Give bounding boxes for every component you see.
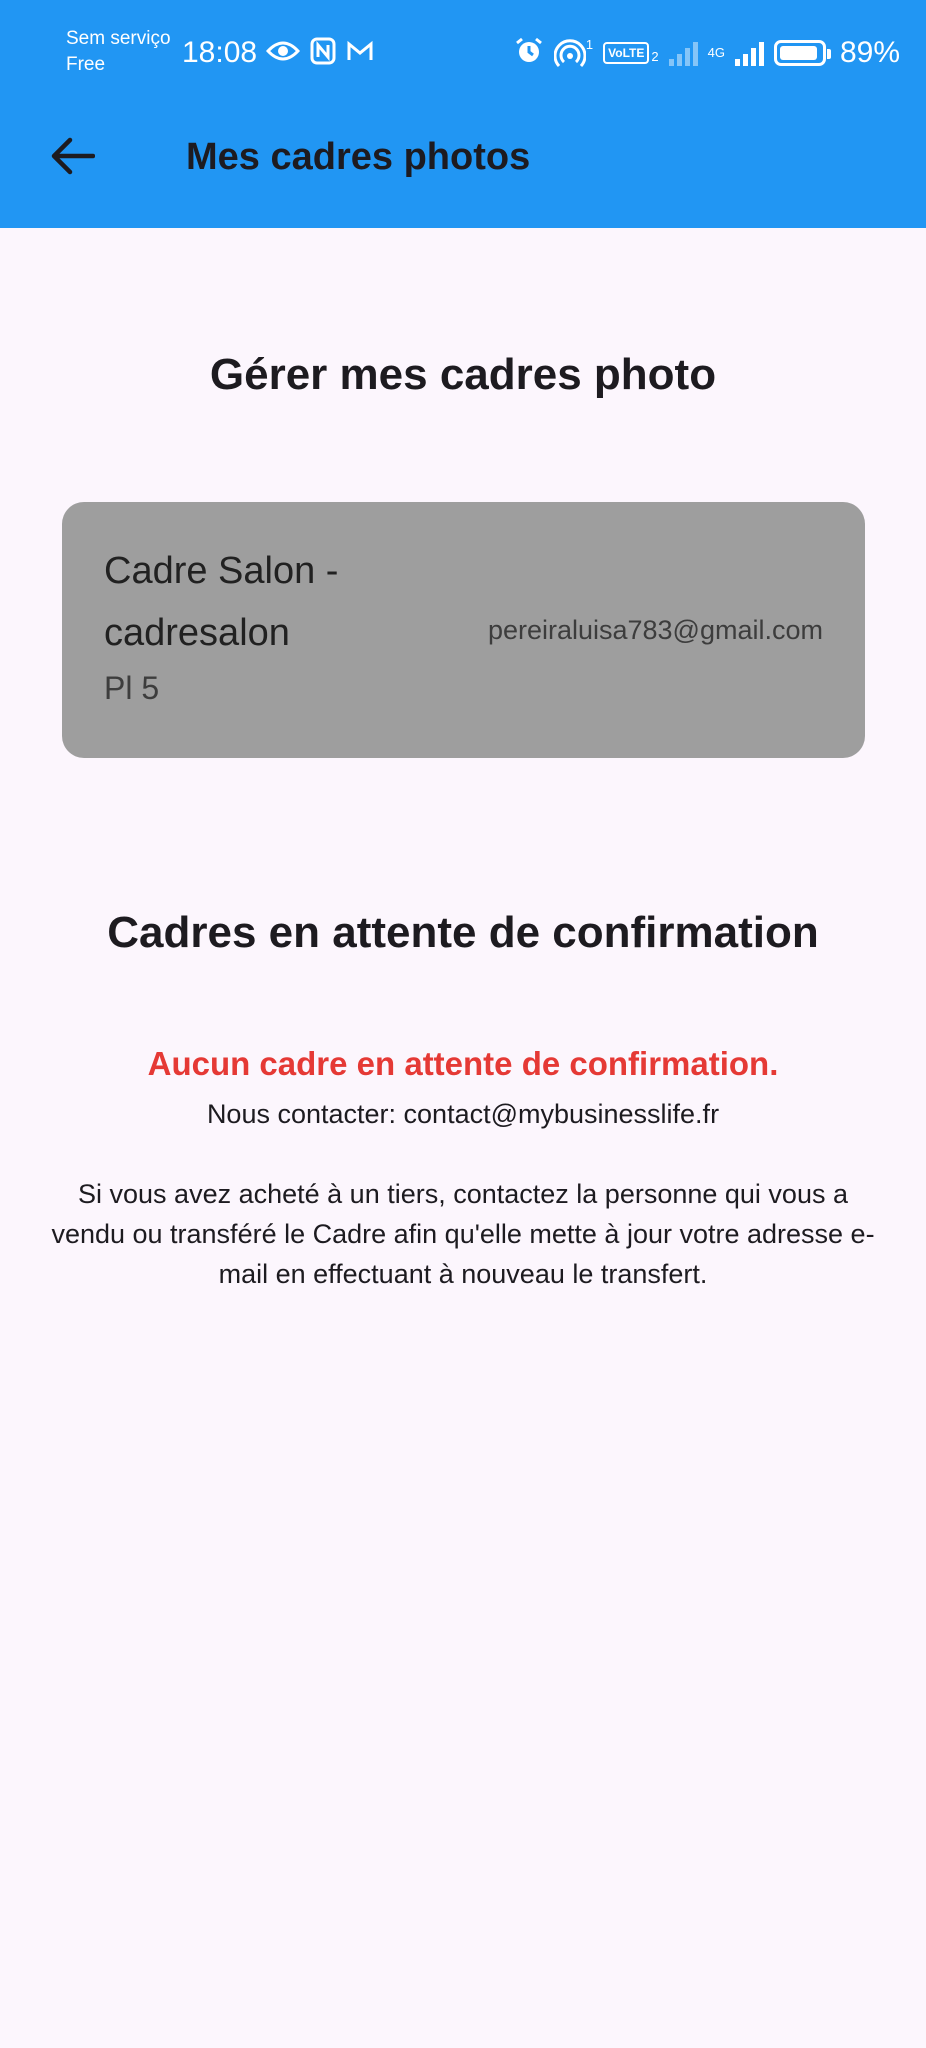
- alarm-icon: [514, 36, 544, 71]
- contact-text: Nous contacter: contact@mybusinesslife.f…: [206, 1099, 720, 1129]
- battery-icon: [773, 40, 831, 66]
- pending-heading: Cadres en attente de confirmation: [107, 908, 819, 957]
- hotspot-icon: 1: [553, 37, 594, 68]
- carrier-status: Sem serviço: [66, 28, 171, 49]
- status-bar: Sem serviço Free 18:08 1 VoLTE 2 4G 89%: [0, 0, 926, 104]
- system-icons: 1 VoLTE 2 4G 89%: [514, 34, 900, 72]
- carrier-info: Sem serviço Free: [66, 26, 171, 78]
- volte-icon: VoLTE 2: [603, 42, 659, 64]
- network-type-icon: 4G: [708, 46, 725, 60]
- manage-heading: Gérer mes cadres photo: [209, 350, 717, 399]
- empty-pending-message: Aucun cadre en attente de confirmation.: [147, 1045, 779, 1082]
- network-type-label: 4G: [707, 45, 725, 60]
- notification-icons: [265, 36, 374, 70]
- clock: 18:08: [182, 36, 258, 69]
- signal-sim1-icon: [734, 40, 764, 66]
- frame-name: Cadre Salon - cadresalon: [104, 550, 339, 654]
- volte-label: VoLTE: [603, 42, 650, 64]
- app-bar: Sem serviço Free 18:08 1 VoLTE 2 4G 89% …: [0, 0, 926, 228]
- frame-subtitle: Pl 5: [104, 670, 160, 706]
- frame-owner-email: pereiraluisa783@gmail.com: [487, 615, 823, 645]
- nfc-icon: [310, 37, 336, 70]
- signal-sim2-icon: [668, 40, 698, 66]
- battery-percent: 89%: [839, 36, 900, 69]
- carrier-name: Free: [66, 54, 106, 75]
- sim-slot-label: 1: [585, 37, 594, 52]
- gmail-icon: [346, 40, 374, 67]
- page-title: Mes cadres photos: [186, 136, 531, 178]
- info-text: Si vous avez acheté à un tiers, contacte…: [51, 1179, 875, 1289]
- volte-slot-label: 2: [651, 49, 659, 64]
- arrow-left-icon: [51, 137, 95, 175]
- eye-icon: [265, 39, 301, 68]
- back-button[interactable]: [44, 128, 100, 184]
